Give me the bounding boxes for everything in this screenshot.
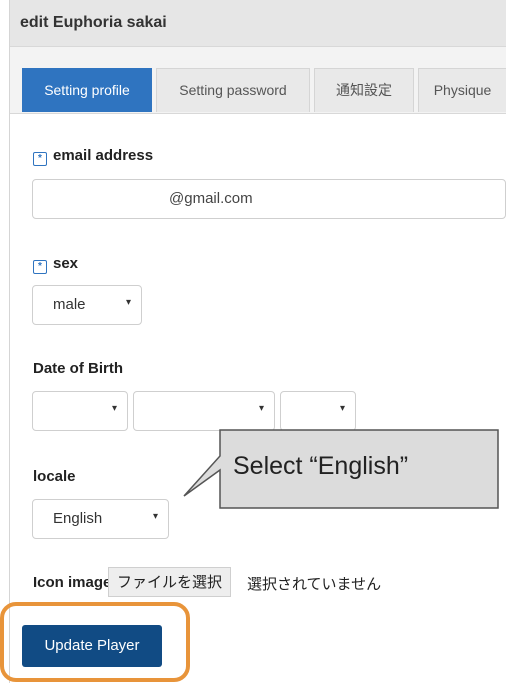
callout-text: Select “English” (233, 452, 409, 480)
callout-bubble (183, 429, 499, 509)
